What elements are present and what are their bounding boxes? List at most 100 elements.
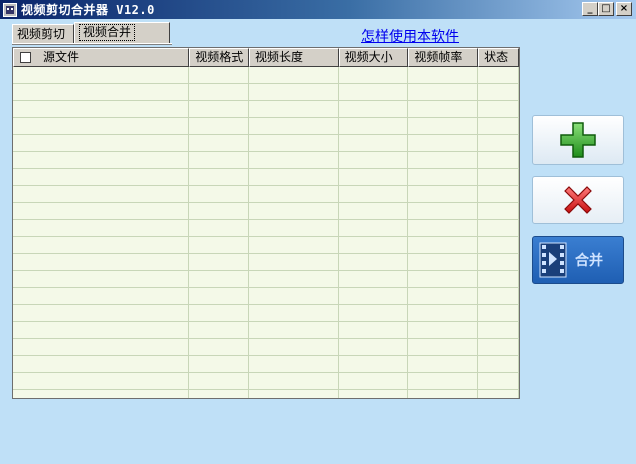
x-icon [564,186,592,214]
table-cell [478,390,519,398]
table-row [13,101,519,118]
table-cell [339,305,409,321]
delete-file-button[interactable] [532,176,624,224]
table-cell [339,356,409,372]
tab-video-merge-label: 视频合并 [79,24,136,41]
table-cell [478,135,519,151]
table-cell [408,271,479,287]
table-cell [339,101,409,117]
table-cell [478,271,519,287]
add-file-button[interactable] [532,115,624,165]
column-status-label: 状态 [484,50,509,64]
column-status[interactable]: 状态 [478,48,519,67]
table-cell [189,186,250,202]
table-cell [408,254,479,270]
table-cell [339,288,409,304]
table-row [13,84,519,101]
table-cell [339,169,409,185]
table-cell [478,118,519,134]
help-link[interactable]: 怎样使用本软件 [361,26,459,46]
table-cell [189,305,250,321]
minimize-button[interactable]: _ [582,2,598,16]
film-icon [539,242,567,278]
table-cell [478,373,519,389]
table-cell [339,220,409,236]
table-cell [189,339,250,355]
table-cell [339,271,409,287]
column-video-length[interactable]: 视频长度 [249,48,339,67]
table-cell [339,237,409,253]
table-cell [408,305,479,321]
table-row [13,305,519,322]
table-cell [478,169,519,185]
table-cell [189,101,250,117]
column-video-framerate-label: 视频帧率 [414,50,463,64]
table-cell [249,135,339,151]
merge-button[interactable]: 合并 [532,236,624,284]
table-cell [13,254,190,270]
table-cell [408,169,479,185]
table-cell [408,373,479,389]
tab-video-cut[interactable]: 视频剪切 [12,24,74,44]
maximize-button[interactable]: □ [598,2,614,16]
table-cell [249,220,339,236]
table-cell [408,186,479,202]
table-cell [339,118,409,134]
table-cell [189,84,250,100]
tab-video-merge[interactable]: 视频合并 [74,22,170,44]
table-cell [408,101,479,117]
table-cell [189,322,250,338]
merge-button-label: 合并 [575,253,603,269]
table-cell [478,67,519,83]
table-cell [339,390,409,398]
table-cell [13,237,190,253]
table-cell [13,305,190,321]
table-row [13,169,519,186]
select-all-checkbox[interactable] [20,52,31,63]
table-cell [478,356,519,372]
table-cell [13,220,190,236]
table-row [13,390,519,398]
table-cell [13,339,190,355]
table-cell [189,152,250,168]
column-video-format[interactable]: 视频格式 [189,48,250,67]
table-cell [189,390,250,398]
table-cell [408,135,479,151]
table-cell [189,67,250,83]
table-cell [478,101,519,117]
column-video-size[interactable]: 视频大小 [338,48,409,67]
column-source-file-label: 源文件 [43,50,80,64]
table-cell [339,84,409,100]
table-cell [13,135,190,151]
table-cell [339,254,409,270]
table-row [13,152,519,169]
column-source-file[interactable]: 源文件 [13,48,190,67]
plus-icon [560,122,596,158]
table-cell [189,203,250,219]
table-cell [339,135,409,151]
table-cell [408,220,479,236]
table-cell [189,135,250,151]
column-video-length-label: 视频长度 [255,50,304,64]
table-cell [249,84,339,100]
table-cell [249,186,339,202]
table-row [13,203,519,220]
table-row [13,322,519,339]
table-body [13,67,519,398]
file-table[interactable]: 源文件 视频格式 视频长度 视频大小 视频帧率 状态 [12,47,520,399]
table-cell [478,186,519,202]
table-row [13,118,519,135]
tab-strip: 视频剪切 视频合并 [12,22,172,44]
table-cell [249,237,339,253]
column-video-framerate[interactable]: 视频帧率 [408,48,479,67]
table-cell [339,152,409,168]
table-cell [189,271,250,287]
table-cell [478,84,519,100]
table-cell [13,322,190,338]
close-button[interactable]: × [616,2,632,16]
table-cell [478,152,519,168]
table-cell [339,322,409,338]
table-header: 源文件 视频格式 视频长度 视频大小 视频帧率 状态 [13,48,519,67]
table-cell [408,339,479,355]
table-row [13,288,519,305]
